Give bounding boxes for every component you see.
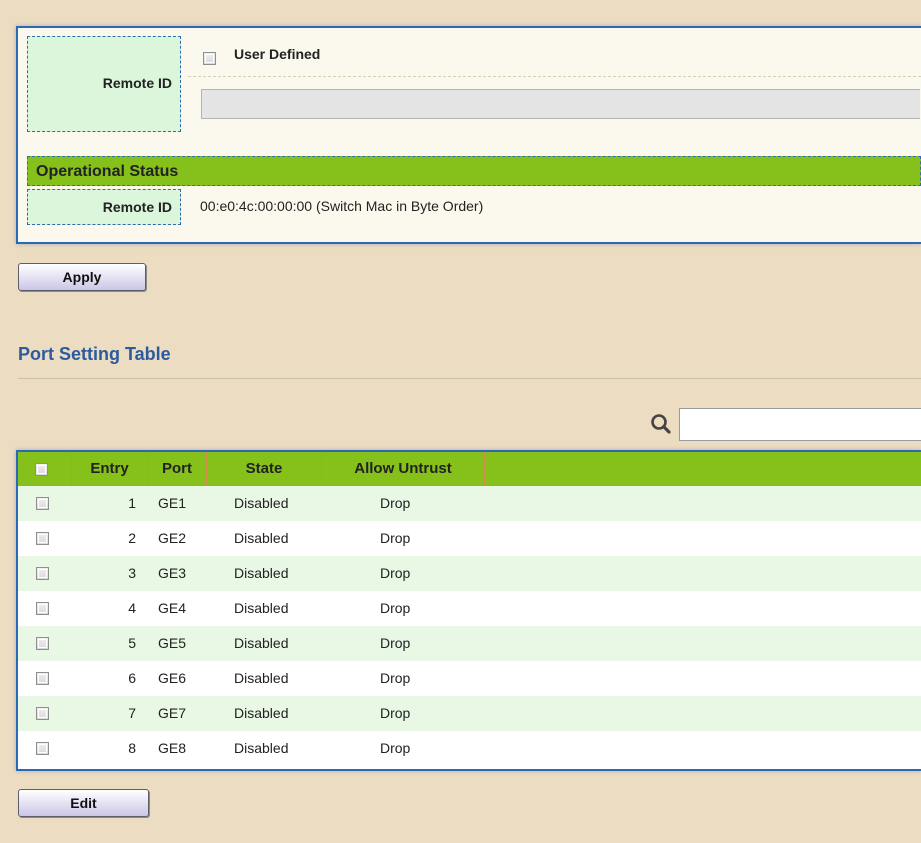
row-checkbox[interactable]	[36, 742, 49, 755]
table-row[interactable]: 7 GE7 Disabled Drop	[18, 696, 921, 731]
cell-entry: 5	[128, 635, 136, 651]
apply-button[interactable]: Apply	[18, 263, 146, 291]
edit-button[interactable]: Edit	[18, 789, 149, 817]
port-setting-table-title: Port Setting Table	[18, 344, 171, 364]
cell-entry: 8	[128, 740, 136, 756]
cell-allow-untrust: Drop	[380, 530, 411, 546]
cell-state: Disabled	[234, 635, 289, 651]
table-row[interactable]: 3 GE3 Disabled Drop	[18, 556, 921, 591]
search-input[interactable]	[679, 408, 921, 441]
table-row[interactable]: 5 GE5 Disabled Drop	[18, 626, 921, 661]
select-all-checkbox[interactable]	[35, 463, 48, 476]
remote-id-settings-panel: Remote ID User Defined Operational Statu…	[16, 26, 921, 244]
cell-port: GE8	[158, 740, 187, 756]
cell-state: Disabled	[234, 705, 289, 721]
status-remote-id-value: 00:e0:4c:00:00:00 (Switch Mac in Byte Or…	[200, 198, 484, 214]
cell-entry: 4	[128, 600, 136, 616]
cell-allow-untrust: Drop	[380, 495, 411, 511]
status-remote-id-label: Remote ID	[102, 199, 172, 215]
cell-state: Disabled	[234, 670, 289, 686]
row-checkbox[interactable]	[36, 602, 49, 615]
table-row[interactable]: 1 GE1 Disabled Drop	[18, 486, 921, 521]
column-header-entry[interactable]: Entry	[72, 452, 148, 486]
row-checkbox[interactable]	[36, 532, 49, 545]
cell-entry: 1	[128, 495, 136, 511]
status-remote-id-label-cell: Remote ID	[27, 189, 181, 225]
cell-state: Disabled	[234, 565, 289, 581]
table-row[interactable]: 2 GE2 Disabled Drop	[18, 521, 921, 556]
table-row[interactable]: 6 GE6 Disabled Drop	[18, 661, 921, 696]
operational-status-header: Operational Status	[27, 156, 921, 186]
cell-state: Disabled	[234, 530, 289, 546]
search-icon	[651, 414, 671, 434]
cell-state: Disabled	[234, 740, 289, 756]
user-defined-label: User Defined	[234, 46, 321, 62]
cell-allow-untrust: Drop	[380, 670, 411, 686]
column-header-state[interactable]: State	[207, 452, 322, 486]
remote-id-label-cell: Remote ID	[27, 36, 181, 132]
cell-state: Disabled	[234, 600, 289, 616]
cell-port: GE3	[158, 565, 187, 581]
cell-entry: 2	[128, 530, 136, 546]
section-divider	[18, 378, 921, 379]
remote-id-input[interactable]	[201, 89, 920, 119]
cell-entry: 6	[128, 670, 136, 686]
cell-allow-untrust: Drop	[380, 740, 411, 756]
row-checkbox[interactable]	[36, 672, 49, 685]
column-header-port[interactable]: Port	[148, 452, 207, 486]
cell-port: GE1	[158, 495, 187, 511]
row-checkbox[interactable]	[36, 707, 49, 720]
cell-port: GE4	[158, 600, 187, 616]
cell-allow-untrust: Drop	[380, 565, 411, 581]
divider	[188, 76, 921, 77]
table-row[interactable]: 8 GE8 Disabled Drop	[18, 731, 921, 766]
select-all-header	[18, 452, 72, 486]
cell-state: Disabled	[234, 495, 289, 511]
row-checkbox[interactable]	[36, 567, 49, 580]
cell-port: GE6	[158, 670, 187, 686]
row-checkbox[interactable]	[36, 497, 49, 510]
cell-port: GE2	[158, 530, 187, 546]
cell-allow-untrust: Drop	[380, 635, 411, 651]
cell-entry: 3	[128, 565, 136, 581]
cell-entry: 7	[128, 705, 136, 721]
table-row[interactable]: 4 GE4 Disabled Drop	[18, 591, 921, 626]
cell-allow-untrust: Drop	[380, 705, 411, 721]
cell-port: GE5	[158, 635, 187, 651]
row-checkbox[interactable]	[36, 637, 49, 650]
port-setting-table: Entry Port State Allow Untrust 1 GE1 Dis…	[16, 450, 921, 771]
cell-port: GE7	[158, 705, 187, 721]
user-defined-checkbox[interactable]	[203, 52, 216, 65]
cell-allow-untrust: Drop	[380, 600, 411, 616]
column-header-allow-untrust[interactable]: Allow Untrust	[322, 452, 485, 486]
table-header: Entry Port State Allow Untrust	[18, 452, 921, 486]
operational-status-title: Operational Status	[36, 163, 179, 180]
remote-id-label: Remote ID	[102, 75, 172, 91]
